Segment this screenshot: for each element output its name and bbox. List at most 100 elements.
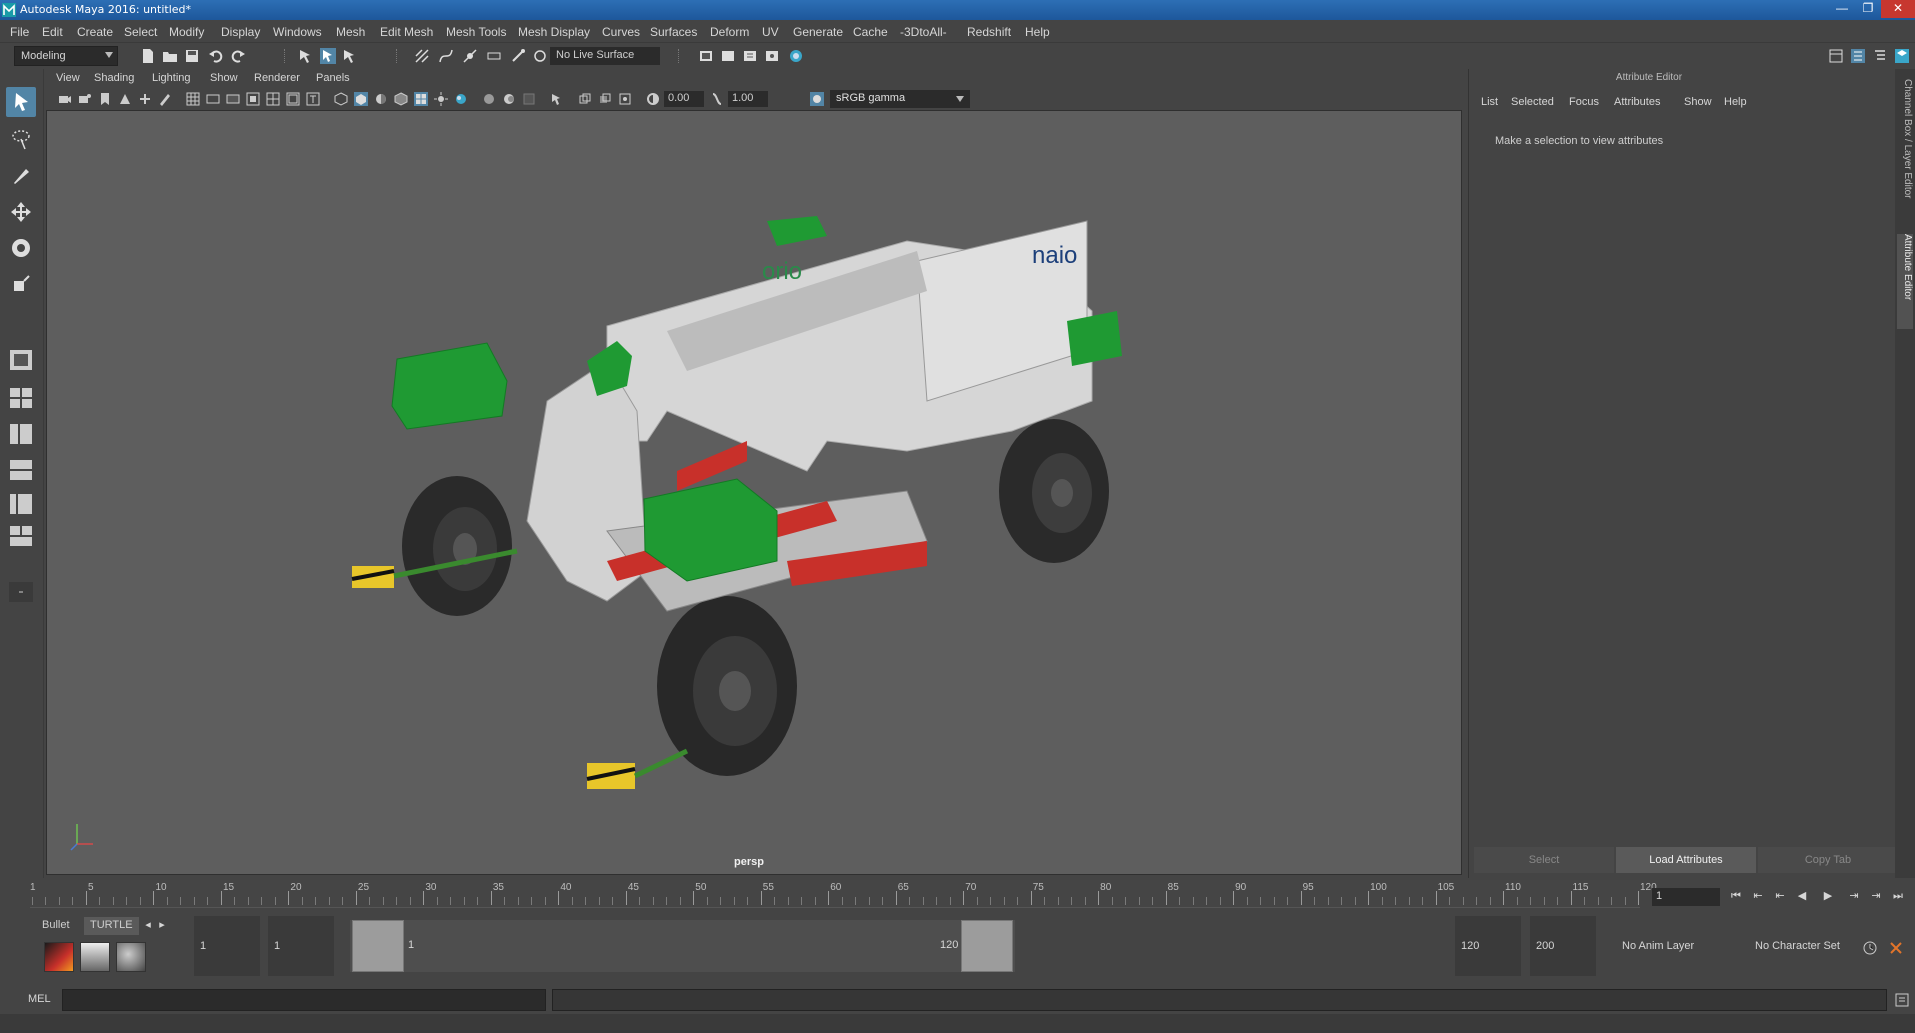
gamma-icon[interactable] — [710, 92, 724, 106]
hypershade-layout-button[interactable] — [8, 493, 34, 515]
xray-components-icon[interactable] — [618, 92, 632, 106]
gate-mask-icon[interactable] — [246, 92, 260, 106]
safe-title-icon[interactable] — [306, 92, 320, 106]
go-to-start-icon[interactable]: ⏮ — [1728, 889, 1744, 903]
2d-pan-zoom-icon[interactable] — [138, 92, 152, 106]
current-frame-field[interactable]: 1 — [1652, 888, 1720, 906]
gamma-field[interactable]: 1.00 — [728, 91, 768, 107]
menu-windows[interactable]: Windows — [273, 25, 322, 39]
minimize-button[interactable]: — — [1829, 0, 1855, 18]
render-settings-icon[interactable] — [698, 48, 714, 64]
use-all-lights-icon[interactable] — [434, 92, 448, 106]
step-back-frame-icon[interactable]: ⇤ — [1750, 889, 1766, 903]
character-set-select[interactable]: No Character Set — [1755, 916, 1855, 976]
playback-end-field[interactable]: 120 — [1455, 916, 1521, 976]
attr-menu-selected[interactable]: Selected — [1511, 96, 1554, 108]
step-forward-key-icon[interactable]: ⇥ — [1846, 889, 1862, 903]
snap-grid-icon[interactable] — [414, 48, 430, 64]
motion-blur-icon[interactable] — [502, 92, 516, 106]
make-live-icon[interactable] — [532, 48, 548, 64]
wireframe-on-shaded-icon[interactable] — [394, 92, 408, 106]
snap-point-icon[interactable] — [462, 48, 478, 64]
viewport-menu-shading[interactable]: Shading — [94, 72, 134, 84]
menu-curves[interactable]: Curves — [602, 25, 640, 39]
shelf-tab-turtle[interactable]: TURTLE — [84, 917, 139, 935]
wireframe-icon[interactable] — [334, 92, 348, 106]
range-slider[interactable]: 1 120 — [350, 920, 1015, 972]
xray-icon[interactable] — [578, 92, 592, 106]
menu-select[interactable]: Select — [124, 25, 157, 39]
turtle-bake-icon[interactable] — [80, 942, 110, 972]
menu-edit[interactable]: Edit — [42, 25, 63, 39]
color-management-icon[interactable] — [810, 92, 824, 106]
bookmark-icon[interactable] — [98, 92, 112, 106]
animation-start-field[interactable]: 1 — [194, 916, 260, 976]
persp-graph-layout-button[interactable] — [8, 459, 34, 481]
smooth-shade-icon[interactable] — [354, 92, 368, 106]
redo-icon[interactable] — [230, 48, 246, 64]
load-attributes-button[interactable]: Load Attributes — [1616, 847, 1756, 873]
viewport-menu-view[interactable]: View — [56, 72, 80, 84]
render-frame-icon[interactable] — [720, 48, 736, 64]
single-perspective-layout-button[interactable] — [8, 349, 34, 371]
attr-menu-help[interactable]: Help — [1724, 96, 1747, 108]
select-hierarchy-icon[interactable] — [298, 48, 314, 64]
select-component-icon[interactable] — [342, 48, 358, 64]
persp-outliner-layout-button[interactable] — [8, 423, 34, 445]
time-slider[interactable]: 1 5 10 15 20 25 30 35 40 45 50 55 60 65 70 75 80 85 90 95 1… — [0, 878, 1915, 912]
attr-menu-attributes[interactable]: Attributes — [1614, 96, 1660, 108]
copy-tab-button[interactable]: Copy Tab — [1758, 847, 1898, 873]
attr-menu-focus[interactable]: Focus — [1569, 96, 1599, 108]
menu-help[interactable]: Help — [1025, 25, 1050, 39]
viewport-persp[interactable]: orio naio persp — [46, 110, 1462, 875]
attr-menu-show[interactable]: Show — [1684, 96, 1712, 108]
menu-uv[interactable]: UV — [762, 25, 779, 39]
menu-redshift[interactable]: Redshift — [967, 25, 1011, 39]
close-button[interactable]: ✕ — [1881, 0, 1915, 18]
viewport-menu-lighting[interactable]: Lighting — [152, 72, 191, 84]
workspace-icon[interactable] — [1828, 48, 1844, 64]
safe-action-icon[interactable] — [286, 92, 300, 106]
menu-generate[interactable]: Generate — [793, 25, 843, 39]
go-to-end-icon[interactable]: ⏭ — [1890, 889, 1906, 903]
turtle-render-icon[interactable] — [44, 942, 74, 972]
toolbox-expand-button[interactable] — [8, 581, 34, 603]
menu-file[interactable]: File — [10, 25, 29, 39]
snap-live-icon[interactable] — [510, 48, 526, 64]
ipr-render-icon[interactable] — [742, 48, 758, 64]
select-tool[interactable] — [6, 87, 36, 117]
field-chart-icon[interactable] — [266, 92, 280, 106]
screen-space-ao-icon[interactable] — [482, 92, 496, 106]
tab-attribute-editor[interactable]: Attribute Editor — [1897, 234, 1913, 329]
camera-select-icon[interactable] — [58, 92, 72, 106]
channel-box-icon[interactable] — [1894, 48, 1910, 64]
menu-create[interactable]: Create — [77, 25, 113, 39]
attr-menu-list[interactable]: List — [1481, 96, 1498, 108]
camera-lock-icon[interactable] — [78, 92, 92, 106]
menu-mesh[interactable]: Mesh — [336, 25, 365, 39]
viewport-menu-panels[interactable]: Panels — [316, 72, 350, 84]
script-language-toggle[interactable]: MEL — [28, 993, 51, 1005]
menu-mesh-tools[interactable]: Mesh Tools — [446, 25, 506, 39]
lasso-tool[interactable] — [6, 125, 36, 155]
tab-channel-box[interactable]: Channel Box / Layer Editor — [1897, 79, 1913, 229]
maximize-button[interactable]: ❐ — [1855, 0, 1881, 18]
animation-prefs-icon[interactable] — [1888, 940, 1904, 956]
menu-display[interactable]: Display — [221, 25, 260, 39]
menu-modify[interactable]: Modify — [169, 25, 204, 39]
select-object-icon[interactable] — [320, 48, 336, 64]
menu-mesh-display[interactable]: Mesh Display — [518, 25, 590, 39]
auto-key-icon[interactable] — [1862, 940, 1878, 956]
command-input[interactable] — [62, 989, 546, 1011]
isolate-select-icon[interactable] — [550, 92, 564, 106]
toggle-outliner-icon[interactable] — [1872, 48, 1888, 64]
viewport-menu-show[interactable]: Show — [210, 72, 238, 84]
animation-end-field[interactable]: 200 — [1530, 916, 1596, 976]
menu-cache[interactable]: Cache — [853, 25, 888, 39]
exposure-icon[interactable] — [646, 92, 660, 106]
image-plane-icon[interactable] — [118, 92, 132, 106]
save-scene-icon[interactable] — [184, 48, 200, 64]
render-view-icon[interactable] — [764, 48, 780, 64]
viewport-menu-renderer[interactable]: Renderer — [254, 72, 300, 84]
hypershade-icon[interactable] — [788, 48, 804, 64]
